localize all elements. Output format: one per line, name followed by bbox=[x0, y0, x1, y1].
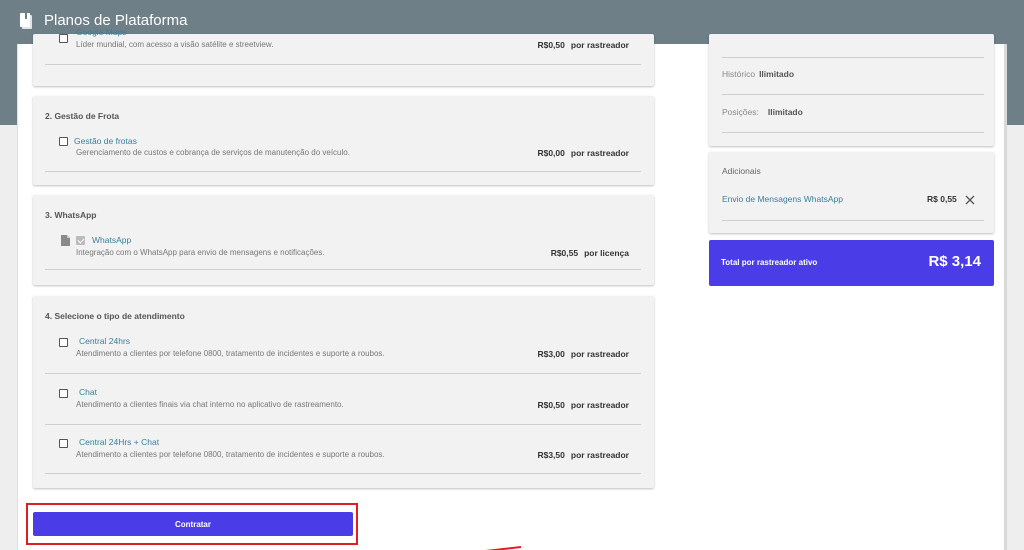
whatsapp-checkbox[interactable] bbox=[76, 236, 85, 245]
document-icon bbox=[61, 235, 70, 246]
google-maps-label[interactable]: Google Maps bbox=[76, 27, 127, 37]
google-maps-desc: Líder mundial, com acesso a visão satéli… bbox=[76, 40, 274, 49]
addons-card: Adicionais Envio de Mensagens WhatsApp R… bbox=[709, 152, 994, 233]
whatsapp-price-unit: por licença bbox=[584, 248, 629, 258]
maps-card: Google Maps Líder mundial, com acesso a … bbox=[33, 27, 654, 86]
google-maps-price-value: R$0,50 bbox=[537, 40, 565, 50]
gestao-frotas-desc: Gerenciamento de custos e cobrança de se… bbox=[76, 148, 350, 157]
central-24hrs-checkbox[interactable] bbox=[59, 338, 68, 347]
central-24hrs-desc: Atendimento a clientes por telefone 0800… bbox=[76, 349, 385, 358]
central-24hrs-chat-desc: Atendimento a clientes por telefone 0800… bbox=[76, 450, 385, 459]
central-24hrs-chat-price: R$3,50 por rastreador bbox=[537, 450, 629, 460]
divider bbox=[45, 373, 641, 374]
historico-row: Histórico Ilimitado bbox=[722, 69, 794, 79]
whatsapp-price-value: R$0,55 bbox=[550, 248, 579, 258]
central-24hrs-chat-label[interactable]: Central 24Hrs + Chat bbox=[79, 437, 159, 447]
central-24hrs-price: R$3,00 por rastreador bbox=[537, 349, 629, 359]
chat-label[interactable]: Chat bbox=[79, 387, 97, 397]
chat-checkbox[interactable] bbox=[59, 389, 68, 398]
divider bbox=[722, 94, 984, 95]
whatsapp-label[interactable]: WhatsApp bbox=[92, 235, 131, 245]
addon-whatsapp-label: Envio de Mensagens WhatsApp bbox=[722, 194, 843, 204]
service-card: 4. Selecione o tipo de atendimento Centr… bbox=[33, 296, 654, 488]
divider bbox=[45, 171, 641, 172]
central-24hrs-chat-price-value: R$3,50 bbox=[537, 450, 565, 460]
limits-card: Histórico Ilimitado Posições: Ilimitado bbox=[709, 34, 994, 146]
gestao-frotas-label[interactable]: Gestão de frotas bbox=[74, 136, 137, 146]
divider bbox=[722, 220, 984, 221]
divider bbox=[45, 473, 641, 474]
gestao-frotas-price-unit: por rastreador bbox=[570, 148, 629, 158]
central-24hrs-label[interactable]: Central 24hrs bbox=[79, 336, 130, 346]
fleet-card: 2. Gestão de Frota Gestão de frotas Gere… bbox=[33, 96, 654, 185]
central-24hrs-price-unit: por rastreador bbox=[570, 349, 629, 359]
main-panel: Google Maps Líder mundial, com acesso a … bbox=[17, 27, 1006, 550]
contract-button[interactable]: Contratar bbox=[33, 512, 353, 536]
whatsapp-heading: 3. WhatsApp bbox=[45, 210, 97, 220]
remove-addon-icon[interactable] bbox=[965, 195, 975, 205]
chat-desc: Atendimento a clientes finais via chat i… bbox=[76, 400, 344, 409]
chat-price-value: R$0,50 bbox=[537, 400, 565, 410]
divider bbox=[722, 132, 984, 133]
posicoes-row: Posições: Ilimitado bbox=[722, 107, 803, 117]
adicionais-heading: Adicionais bbox=[722, 166, 761, 176]
divider bbox=[45, 269, 641, 270]
central-24hrs-chat-checkbox[interactable] bbox=[59, 439, 68, 448]
total-label: Total por rastreador ativo bbox=[721, 258, 818, 267]
total-banner: Total por rastreador ativo R$ 3,14 bbox=[709, 240, 994, 286]
divider bbox=[45, 424, 641, 425]
central-24hrs-price-value: R$3,00 bbox=[537, 349, 565, 359]
historico-value: Ilimitado bbox=[759, 69, 795, 79]
google-maps-price-unit: por rastreador bbox=[570, 40, 629, 50]
divider bbox=[722, 57, 984, 58]
google-maps-checkbox[interactable] bbox=[59, 34, 68, 43]
vertical-scrollbar[interactable] bbox=[1004, 44, 1007, 550]
book-icon bbox=[20, 12, 32, 29]
whatsapp-desc: Integração com o WhatsApp para envio de … bbox=[76, 248, 325, 257]
historico-label: Histórico bbox=[722, 69, 756, 79]
whatsapp-price: R$0,55 por licença bbox=[551, 248, 629, 258]
total-value: R$ 3,14 bbox=[928, 253, 981, 270]
chat-price-unit: por rastreador bbox=[570, 400, 629, 410]
gestao-frotas-price: R$0,00 por rastreador bbox=[537, 148, 629, 158]
divider bbox=[45, 64, 641, 65]
posicoes-value: Ilimitado bbox=[767, 107, 803, 117]
gestao-frotas-checkbox[interactable] bbox=[59, 137, 68, 146]
whatsapp-card: 3. WhatsApp WhatsApp Integração com o Wh… bbox=[33, 195, 654, 285]
posicoes-label: Posições: bbox=[722, 107, 759, 117]
fleet-heading: 2. Gestão de Frota bbox=[45, 111, 120, 121]
central-24hrs-chat-price-unit: por rastreador bbox=[570, 450, 629, 460]
addon-whatsapp-price: R$ 0,55 bbox=[927, 194, 957, 204]
gestao-frotas-price-value: R$0,00 bbox=[537, 148, 565, 158]
chat-price: R$0,50 por rastreador bbox=[537, 400, 629, 410]
google-maps-price: R$0,50 por rastreador bbox=[537, 40, 629, 50]
service-heading: 4. Selecione o tipo de atendimento bbox=[45, 311, 185, 321]
annotation-arrow-icon bbox=[485, 546, 522, 550]
